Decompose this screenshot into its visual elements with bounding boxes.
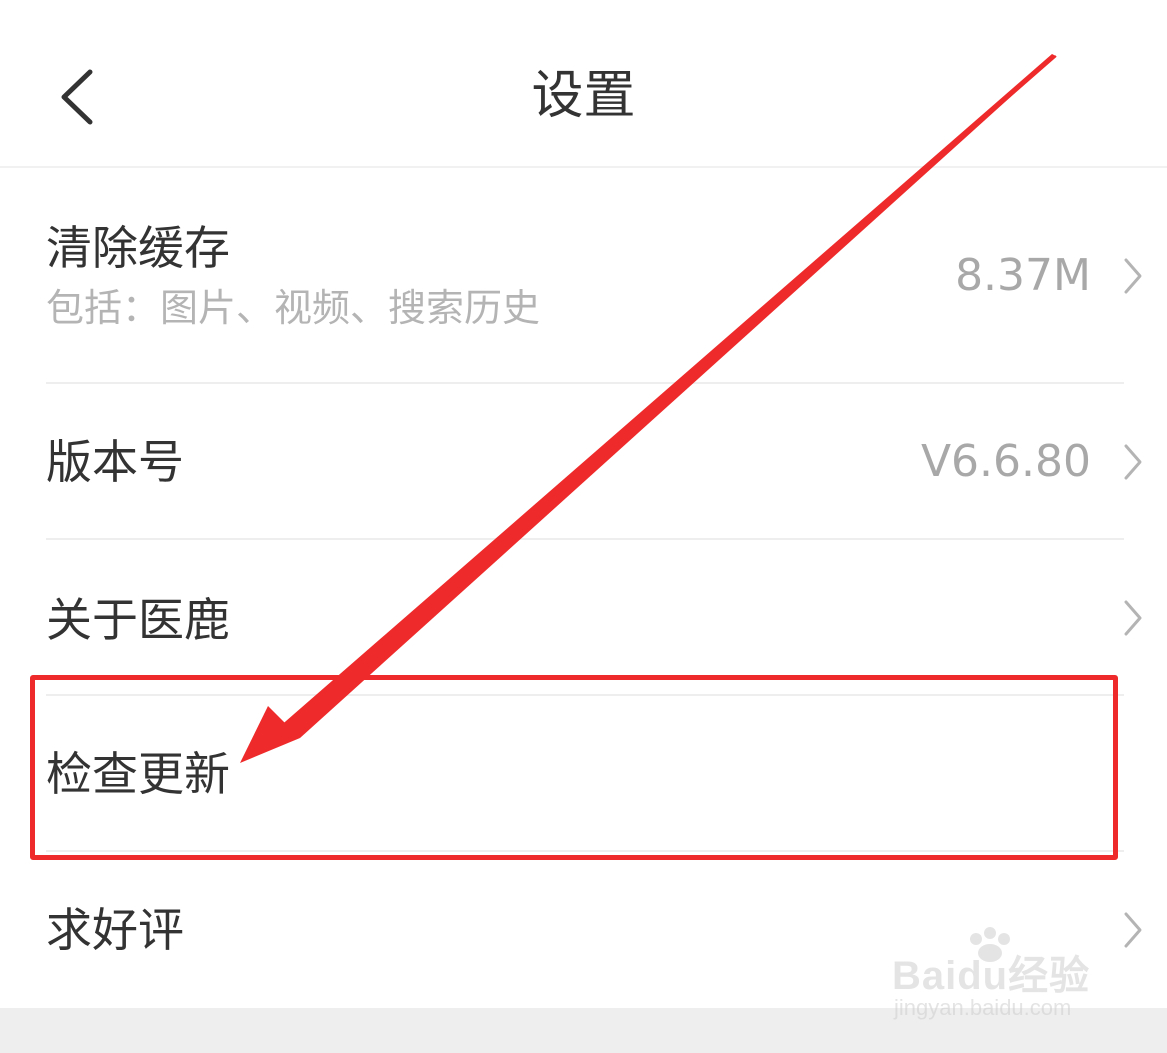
chevron-right-icon bbox=[1124, 258, 1142, 294]
watermark-url: jingyan.baidu.com bbox=[894, 995, 1072, 1020]
settings-item-label: 版本号 bbox=[46, 435, 184, 489]
nav-bar: 设置 bbox=[0, 0, 1167, 168]
settings-item-sublabel: 包括：图片、视频、搜索历史 bbox=[46, 286, 541, 330]
settings-item-label: 检查更新 bbox=[46, 747, 230, 801]
settings-item-clear-cache[interactable]: 清除缓存 包括：图片、视频、搜索历史 8.37M bbox=[0, 168, 1167, 382]
chevron-right-icon bbox=[1124, 444, 1142, 480]
settings-screen: 设置 清除缓存 包括：图片、视频、搜索历史 8.37M 版本号 V6.6.80 … bbox=[0, 0, 1167, 1053]
settings-item-label: 清除缓存 bbox=[46, 221, 230, 275]
settings-item-label: 求好评 bbox=[46, 903, 184, 957]
page-title: 设置 bbox=[531, 66, 636, 126]
settings-item-about[interactable]: 关于医鹿 bbox=[0, 540, 1167, 694]
baidu-jingyan-watermark: Baidu经验 jingyan.baidu.com bbox=[888, 925, 1118, 1025]
settings-item-check-update[interactable]: 检查更新 bbox=[0, 696, 1167, 850]
chevron-right-icon bbox=[1124, 912, 1142, 948]
watermark-logo: Baidu经验 bbox=[892, 954, 1091, 998]
settings-item-label: 关于医鹿 bbox=[46, 593, 230, 647]
settings-item-version[interactable]: 版本号 V6.6.80 bbox=[0, 384, 1167, 538]
cache-size-value: 8.37M bbox=[955, 250, 1091, 301]
version-value: V6.6.80 bbox=[920, 436, 1091, 487]
chevron-right-icon bbox=[1124, 600, 1142, 636]
